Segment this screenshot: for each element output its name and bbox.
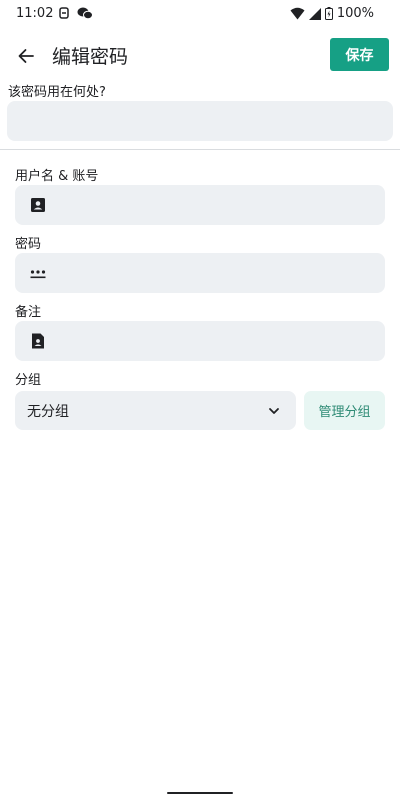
sync-notification-icon	[59, 7, 69, 19]
chevron-down-icon	[269, 408, 279, 414]
wifi-icon	[290, 7, 305, 20]
status-bar: 11:02 100%	[0, 0, 400, 28]
usage-label: 该密码用在何处?	[8, 85, 106, 100]
section-divider	[0, 149, 400, 150]
password-label: 密码	[15, 237, 42, 252]
battery-percentage: 100%	[336, 6, 374, 21]
wechat-notification-icon	[77, 7, 93, 20]
status-time: 11:02	[16, 6, 54, 21]
home-indicator[interactable]	[167, 792, 233, 794]
cellular-signal-icon	[308, 7, 321, 20]
save-button[interactable]: 保存	[330, 38, 389, 71]
page-title: 编辑密码	[52, 46, 129, 68]
usage-input[interactable]	[7, 101, 393, 141]
group-dropdown-value: 无分组	[27, 404, 69, 420]
arrow-back-icon	[18, 49, 34, 63]
note-input[interactable]	[15, 321, 385, 361]
contact-page-icon	[32, 333, 44, 349]
notification-icons	[57, 6, 93, 20]
battery-icon	[324, 7, 333, 20]
username-label: 用户名 & 账号	[15, 169, 99, 184]
password-input[interactable]	[15, 253, 385, 293]
account-box-icon	[31, 198, 45, 212]
manage-groups-button[interactable]: 管理分组	[304, 391, 385, 430]
app-toolbar: 编辑密码 保存	[0, 28, 400, 80]
system-status-icons: 100%	[290, 6, 374, 21]
group-dropdown[interactable]: 无分组	[15, 391, 296, 430]
password-icon	[30, 270, 46, 279]
username-input[interactable]	[15, 185, 385, 225]
note-label: 备注	[15, 305, 42, 320]
group-label: 分组	[15, 373, 42, 388]
back-button[interactable]	[10, 40, 42, 72]
